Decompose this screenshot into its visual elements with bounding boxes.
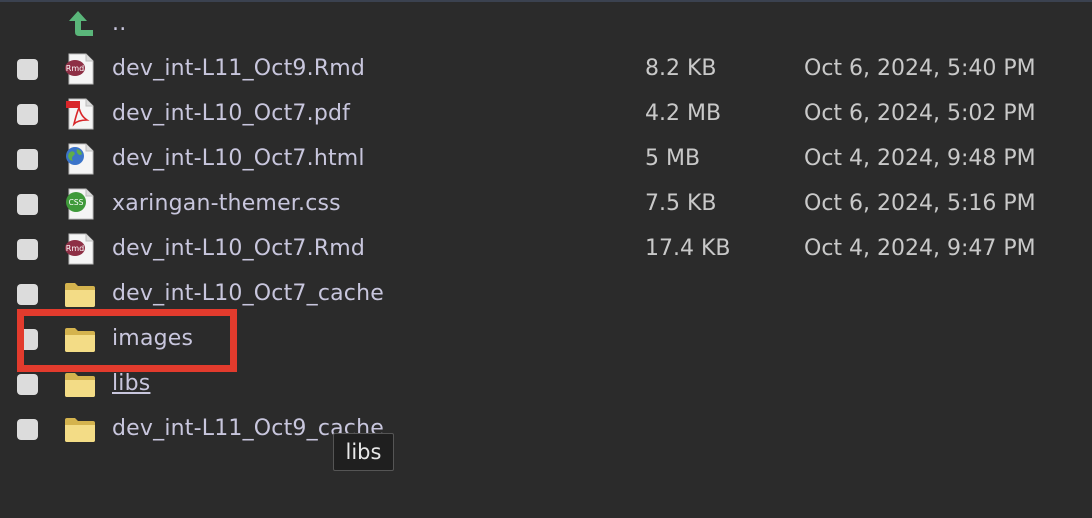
folder-icon [65,283,95,307]
folder-name-link[interactable]: dev_int-L10_Oct7_cache [112,279,384,309]
folder-icon [65,373,95,397]
file-name-link[interactable]: dev_int-L11_Oct9.Rmd [112,54,365,84]
highlight-box [17,309,237,372]
file-name-link[interactable]: dev_int-L10_Oct7.pdf [112,99,350,129]
file-size: 7.5 KB [645,191,717,216]
folder-row[interactable]: dev_int-L11_Oct9_cache [0,407,1092,452]
parent-directory-row[interactable]: .. [0,2,1092,47]
row-checkbox[interactable] [17,419,38,440]
row-checkbox[interactable] [17,239,38,260]
file-size: 8.2 KB [645,56,717,81]
file-row[interactable]: dev_int-L10_Oct7.html 5 MB Oct 4, 2024, … [0,137,1092,182]
html-file-icon [66,143,94,175]
row-checkbox[interactable] [17,149,38,170]
file-size: 17.4 KB [645,236,731,261]
file-row[interactable]: Rmd dev_int-L11_Oct9.Rmd 8.2 KB Oct 6, 2… [0,47,1092,92]
rmd-badge-text: Rmd [66,244,84,253]
rmd-file-icon: Rmd [65,53,94,85]
row-checkbox[interactable] [17,284,38,305]
folder-name-link[interactable]: libs [112,369,150,399]
file-name-link[interactable]: xaringan-themer.css [112,189,341,219]
up-arrow-icon[interactable] [64,8,96,40]
file-modified-date: Oct 6, 2024, 5:40 PM [804,56,1036,81]
folder-icon [65,418,95,442]
file-size: 5 MB [645,146,701,171]
file-name-link[interactable]: dev_int-L10_Oct7.Rmd [112,234,365,264]
row-checkbox[interactable] [17,374,38,395]
row-checkbox[interactable] [17,59,38,80]
rmd-badge-text: Rmd [66,64,84,73]
parent-directory-link[interactable]: .. [112,9,126,39]
rmd-file-icon: Rmd [65,233,94,265]
file-modified-date: Oct 6, 2024, 5:02 PM [804,101,1036,126]
file-modified-date: Oct 6, 2024, 5:16 PM [804,191,1036,216]
tooltip: libs [333,433,394,471]
file-modified-date: Oct 4, 2024, 9:47 PM [804,236,1036,261]
row-checkbox[interactable] [17,104,38,125]
css-badge-text: CSS [69,198,84,207]
file-row[interactable]: dev_int-L10_Oct7.pdf 4.2 MB Oct 6, 2024,… [0,92,1092,137]
pdf-file-icon [66,98,94,130]
file-modified-date: Oct 4, 2024, 9:48 PM [804,146,1036,171]
file-row[interactable]: Rmd dev_int-L10_Oct7.Rmd 17.4 KB Oct 4, … [0,227,1092,272]
file-row[interactable]: CSS xaringan-themer.css 7.5 KB Oct 6, 20… [0,182,1092,227]
row-checkbox[interactable] [17,194,38,215]
file-name-link[interactable]: dev_int-L10_Oct7.html [112,144,365,174]
file-size: 4.2 MB [645,101,722,126]
css-file-icon: CSS [66,188,94,220]
